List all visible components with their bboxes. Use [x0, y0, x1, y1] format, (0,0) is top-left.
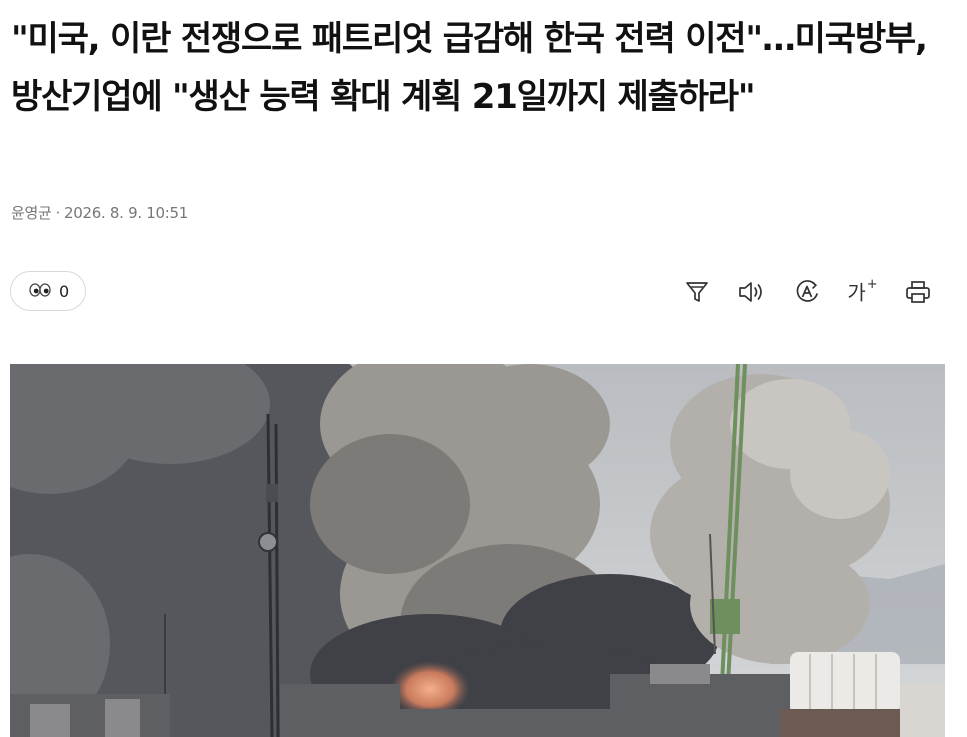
eyes-emoji-icon [29, 282, 51, 301]
translate-a-icon [793, 278, 821, 306]
article-byline: 윤영균 · 2026. 8. 9. 10:51 [11, 202, 188, 223]
article-photo[interactable] [10, 364, 945, 737]
publish-datetime: 2026. 8. 9. 10:51 [63, 204, 188, 222]
article-headline: "미국, 이란 전쟁으로 패트리엇 급감해 한국 전력 이전"…미국방부, 방산… [11, 19, 928, 117]
print-icon [904, 279, 932, 305]
font-size-icon: 가+ [847, 278, 877, 305]
author-name[interactable]: 윤영균 [11, 204, 52, 222]
summary-filter-button[interactable] [680, 275, 714, 309]
audio-speaker-icon [737, 279, 767, 305]
listen-audio-button[interactable] [735, 275, 769, 309]
translate-button[interactable] [790, 275, 824, 309]
article-toolbar: 가+ [676, 275, 946, 309]
summary-filter-icon [684, 279, 710, 305]
reaction-button[interactable]: 0 [10, 271, 86, 311]
reaction-count: 0 [59, 281, 70, 301]
font-size-label: 가 [847, 280, 866, 305]
font-size-plus: + [866, 276, 878, 292]
byline-separator: · [55, 204, 61, 222]
font-size-button[interactable]: 가+ [845, 275, 879, 309]
print-button[interactable] [901, 275, 935, 309]
